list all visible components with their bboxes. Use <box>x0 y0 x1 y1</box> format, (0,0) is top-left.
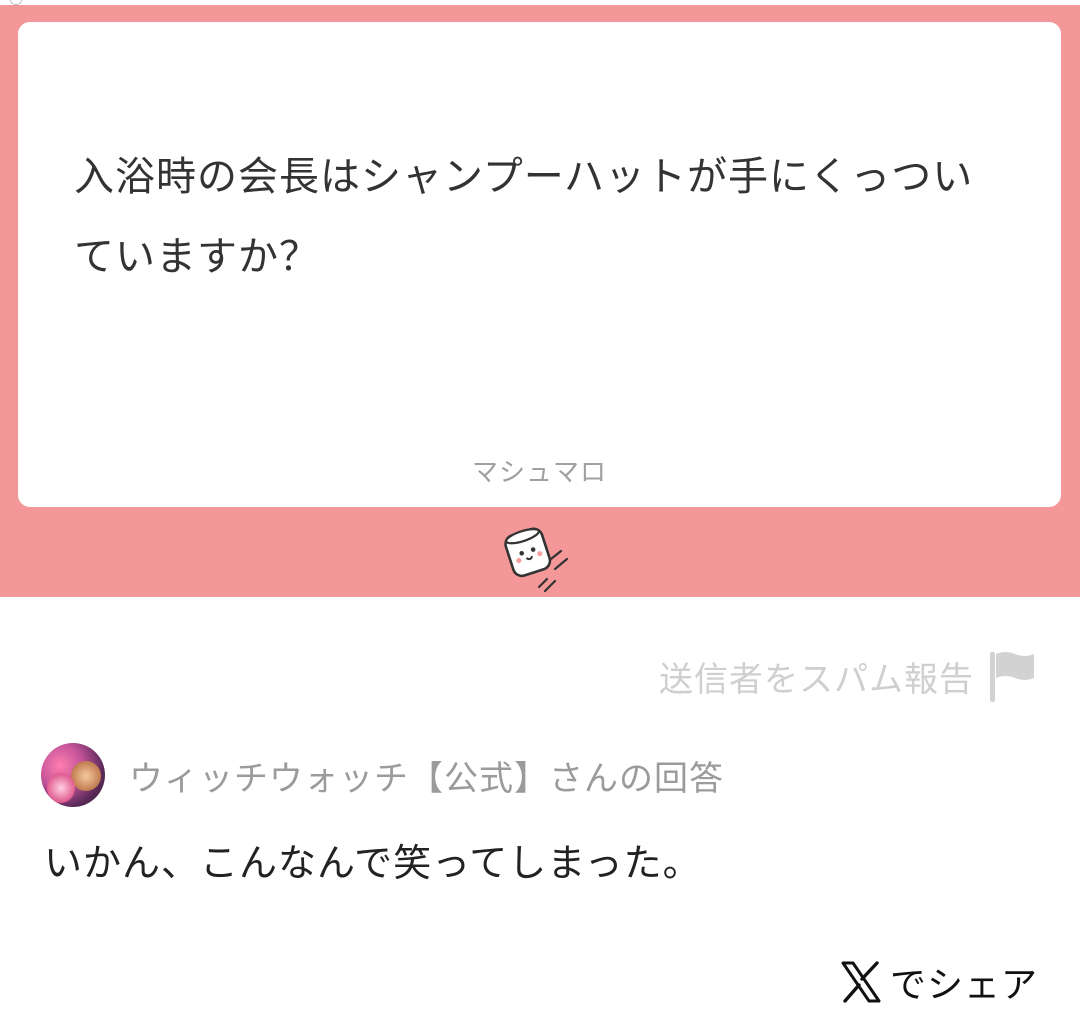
x-logo-icon <box>841 961 881 1003</box>
report-spam-label: 送信者をスパム報告 <box>659 659 974 700</box>
question-text: 入浴時の会長はシャンプーハットが手にくっついていますか？ <box>74 154 974 280</box>
marshmallow-mascot-icon <box>504 527 569 593</box>
answer-text: いかん、こんなんで笑ってしまった。 <box>44 841 702 885</box>
question-card: 入浴時の会長はシャンプーハットが手にくっついていますか？ マシュマロ <box>18 22 1061 507</box>
report-spam-button[interactable]: 送信者をスパム報告 <box>659 648 1036 704</box>
answerer-label: ウィッチウォッチ【公式】さんの回答 <box>129 758 724 799</box>
flag-icon <box>990 652 1034 702</box>
brand-label: マシュマロ <box>471 458 607 488</box>
answerer-row: ウィッチウォッチ【公式】さんの回答 <box>41 743 724 807</box>
share-on-x-button[interactable]: でシェア <box>840 956 1038 1008</box>
share-label: でシェア <box>889 965 1038 1006</box>
question-banner: 入浴時の会長はシャンプーハットが手にくっついていますか？ マシュマロ <box>0 5 1080 597</box>
avatar[interactable] <box>41 743 105 807</box>
